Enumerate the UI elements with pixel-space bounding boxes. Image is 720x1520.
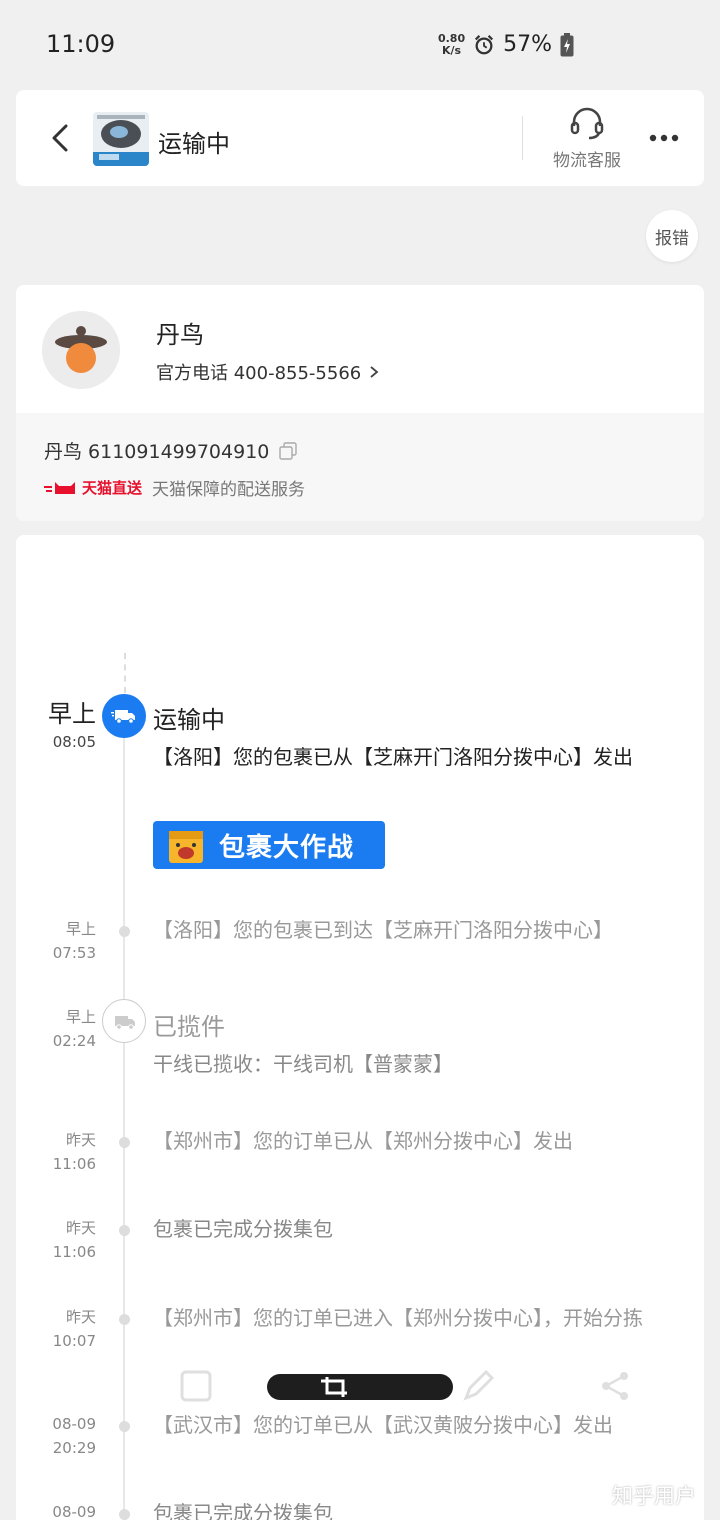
timeline-date: 08-09 — [16, 1500, 96, 1520]
timeline-date: 早上 07:53 — [16, 917, 96, 965]
ghost-pen-icon — [463, 1369, 495, 1401]
timeline-time: 20:29 — [52, 1439, 96, 1457]
timeline-dot — [119, 1421, 130, 1432]
crop-icon[interactable] — [317, 1375, 353, 1399]
timeline-day: 昨天 — [65, 1308, 96, 1326]
timeline-dot — [119, 1314, 130, 1325]
timeline-day: 早上 — [65, 1008, 96, 1026]
truck-icon — [111, 710, 135, 724]
promo-banner[interactable]: 包裹大作战 — [153, 821, 385, 869]
watermark: 知乎用户 — [612, 1484, 696, 1508]
more-options-icon[interactable] — [648, 126, 680, 150]
timeline-date: 昨天 10:07 — [16, 1305, 96, 1353]
header-divider — [522, 116, 523, 160]
timeline-date: 昨天 11:06 — [16, 1216, 96, 1264]
courier-card: 丹鸟 官方电话 400-855-5566 丹鸟 611091499704910 … — [16, 285, 704, 521]
ghost-share-icon — [602, 1372, 628, 1400]
network-speed-value: 0.80 — [437, 31, 466, 45]
in-transit-status-icon — [102, 694, 146, 738]
timeline-day: 08-09 — [52, 1415, 96, 1433]
service-description: 天猫保障的配送服务 — [152, 480, 306, 500]
tmall-badge-label: 天猫直送 — [82, 479, 143, 497]
timeline-dashed-line — [124, 653, 126, 693]
ghost-edit-icon — [180, 1370, 212, 1402]
timeline-date: 昨天 11:06 — [16, 1128, 96, 1176]
timeline-line — [123, 735, 125, 1520]
courier-logo — [42, 311, 120, 389]
customer-service-button[interactable]: 物流客服 — [546, 104, 628, 174]
timeline-date: 早上 02:24 — [16, 1005, 96, 1053]
battery-charging-icon — [560, 32, 574, 56]
picked-up-status-icon — [102, 999, 146, 1043]
timeline-time: 11:06 — [52, 1155, 96, 1173]
timeline-dot — [119, 1509, 130, 1520]
timeline-dot — [119, 926, 130, 937]
alarm-icon — [475, 34, 494, 54]
back-arrow-icon[interactable] — [46, 122, 74, 154]
network-speed-unit: K/s — [441, 43, 462, 57]
timeline-text: 【武汉市】您的订单已从【武汉黄陂分拨中心】发出 — [153, 1413, 613, 1437]
truck-icon — [115, 1016, 135, 1030]
timeline-time: 11:06 — [52, 1243, 96, 1261]
timeline-dot — [119, 1137, 130, 1148]
customer-service-label: 物流客服 — [553, 151, 621, 171]
timeline-day: 昨天 — [65, 1219, 96, 1237]
chevron-right-icon — [370, 366, 379, 378]
headset-icon — [570, 107, 604, 140]
status-bar: 11:09 0.80 K/s 57% — [0, 0, 720, 90]
courier-phone-link[interactable]: 官方电话 400-855-5566 — [156, 359, 379, 385]
courier-phone-text: 官方电话 400-855-5566 — [156, 363, 362, 384]
header-bar: 运输中 物流客服 — [16, 90, 704, 186]
service-row: 天猫直送 天猫保障的配送服务 — [44, 475, 305, 500]
tracking-number: 丹鸟 611091499704910 — [44, 441, 270, 463]
timeline-text: 【郑州市】您的订单已进入【郑州分拨中心】，开始分拣 — [153, 1306, 643, 1330]
timeline-text: 干线已揽收：干线司机【普蒙蒙】 — [153, 1052, 453, 1076]
timeline-day: 昨天 — [65, 1131, 96, 1149]
tmall-cat-icon — [44, 481, 75, 494]
timeline-time: 10:07 — [52, 1332, 96, 1350]
page-title: 运输中 — [158, 130, 230, 158]
timeline-day: 08-09 — [52, 1503, 96, 1520]
timeline-status: 已揽件 — [153, 1013, 225, 1041]
timeline-day: 早上 — [65, 920, 96, 938]
timeline-text: 包裹已完成分拨集包 — [153, 1217, 333, 1241]
courier-name: 丹鸟 — [156, 321, 204, 349]
timeline-time: 07:53 — [52, 944, 96, 962]
screenshot-toolbar[interactable] — [267, 1374, 453, 1400]
promo-text: 包裹大作战 — [219, 832, 355, 863]
timeline-time: 08:05 — [52, 733, 96, 751]
timeline-text: 【洛阳】您的包裹已从【芝麻开门洛阳分拨中心】发出 — [153, 745, 633, 769]
box-mascot-icon — [169, 831, 203, 863]
timeline-dot — [119, 1225, 130, 1236]
timeline-time: 02:24 — [52, 1032, 96, 1050]
timeline-date: 08-09 20:29 — [16, 1412, 96, 1460]
timeline-text: 包裹已完成分拨集包 — [153, 1501, 333, 1520]
timeline-day: 早上 — [48, 700, 96, 728]
status-time: 11:09 — [46, 30, 116, 58]
timeline-date: 早上 08:05 — [16, 698, 96, 754]
timeline-text: 【洛阳】您的包裹已到达【芝麻开门洛阳分拨中心】 — [153, 918, 613, 942]
timeline-status: 运输中 — [153, 706, 225, 734]
copy-icon[interactable] — [279, 441, 298, 460]
tmall-direct-badge: 天猫直送 — [44, 477, 142, 498]
network-speed: 0.80 K/s — [437, 31, 466, 57]
report-error-button[interactable]: 报错 — [646, 210, 698, 262]
tracking-number-row: 丹鸟 611091499704910 — [44, 437, 298, 464]
battery-percent: 57% — [503, 32, 552, 57]
status-indicators: 0.80 K/s 57% — [438, 32, 574, 57]
product-thumbnail[interactable] — [93, 112, 149, 166]
timeline-text: 【郑州市】您的订单已从【郑州分拨中心】发出 — [153, 1129, 573, 1153]
tracking-section: 丹鸟 611091499704910 天猫直送 天猫保障的配送服务 — [16, 413, 704, 521]
